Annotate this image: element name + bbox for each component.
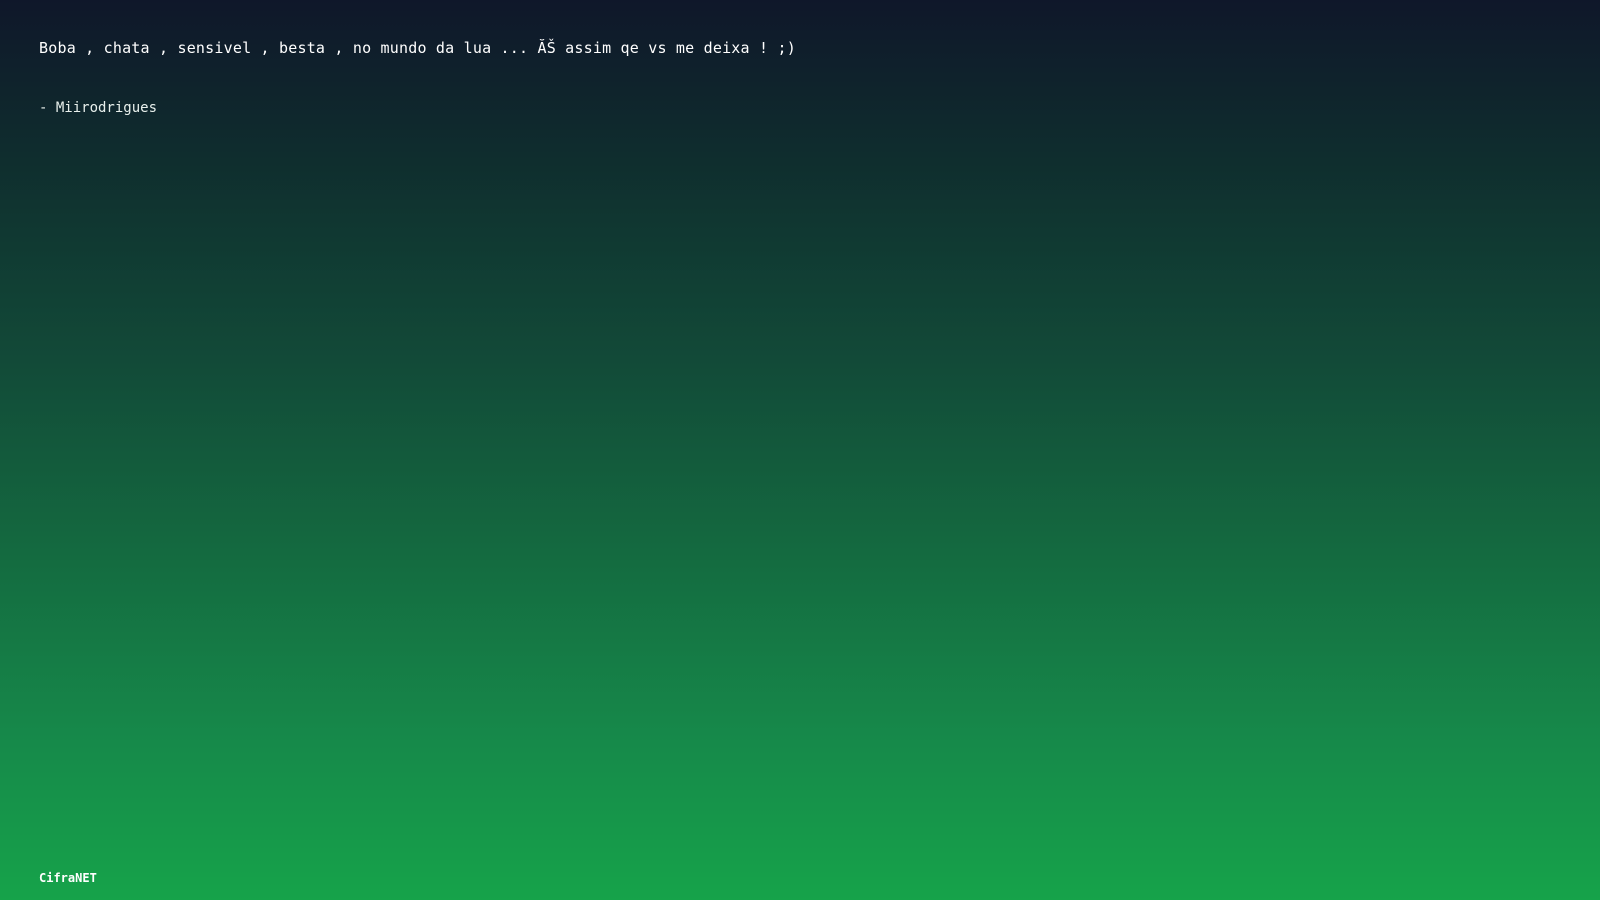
quote-card: Boba , chata , sensivel , besta , no mun…: [39, 38, 1139, 118]
quote-text: Boba , chata , sensivel , besta , no mun…: [39, 39, 796, 57]
brand-label: CifraNET: [39, 871, 97, 885]
quote-author: - Miirodrigues: [39, 100, 158, 116]
quote-page: { "quote": { "text": "Boba , chata , sen…: [0, 0, 1600, 900]
